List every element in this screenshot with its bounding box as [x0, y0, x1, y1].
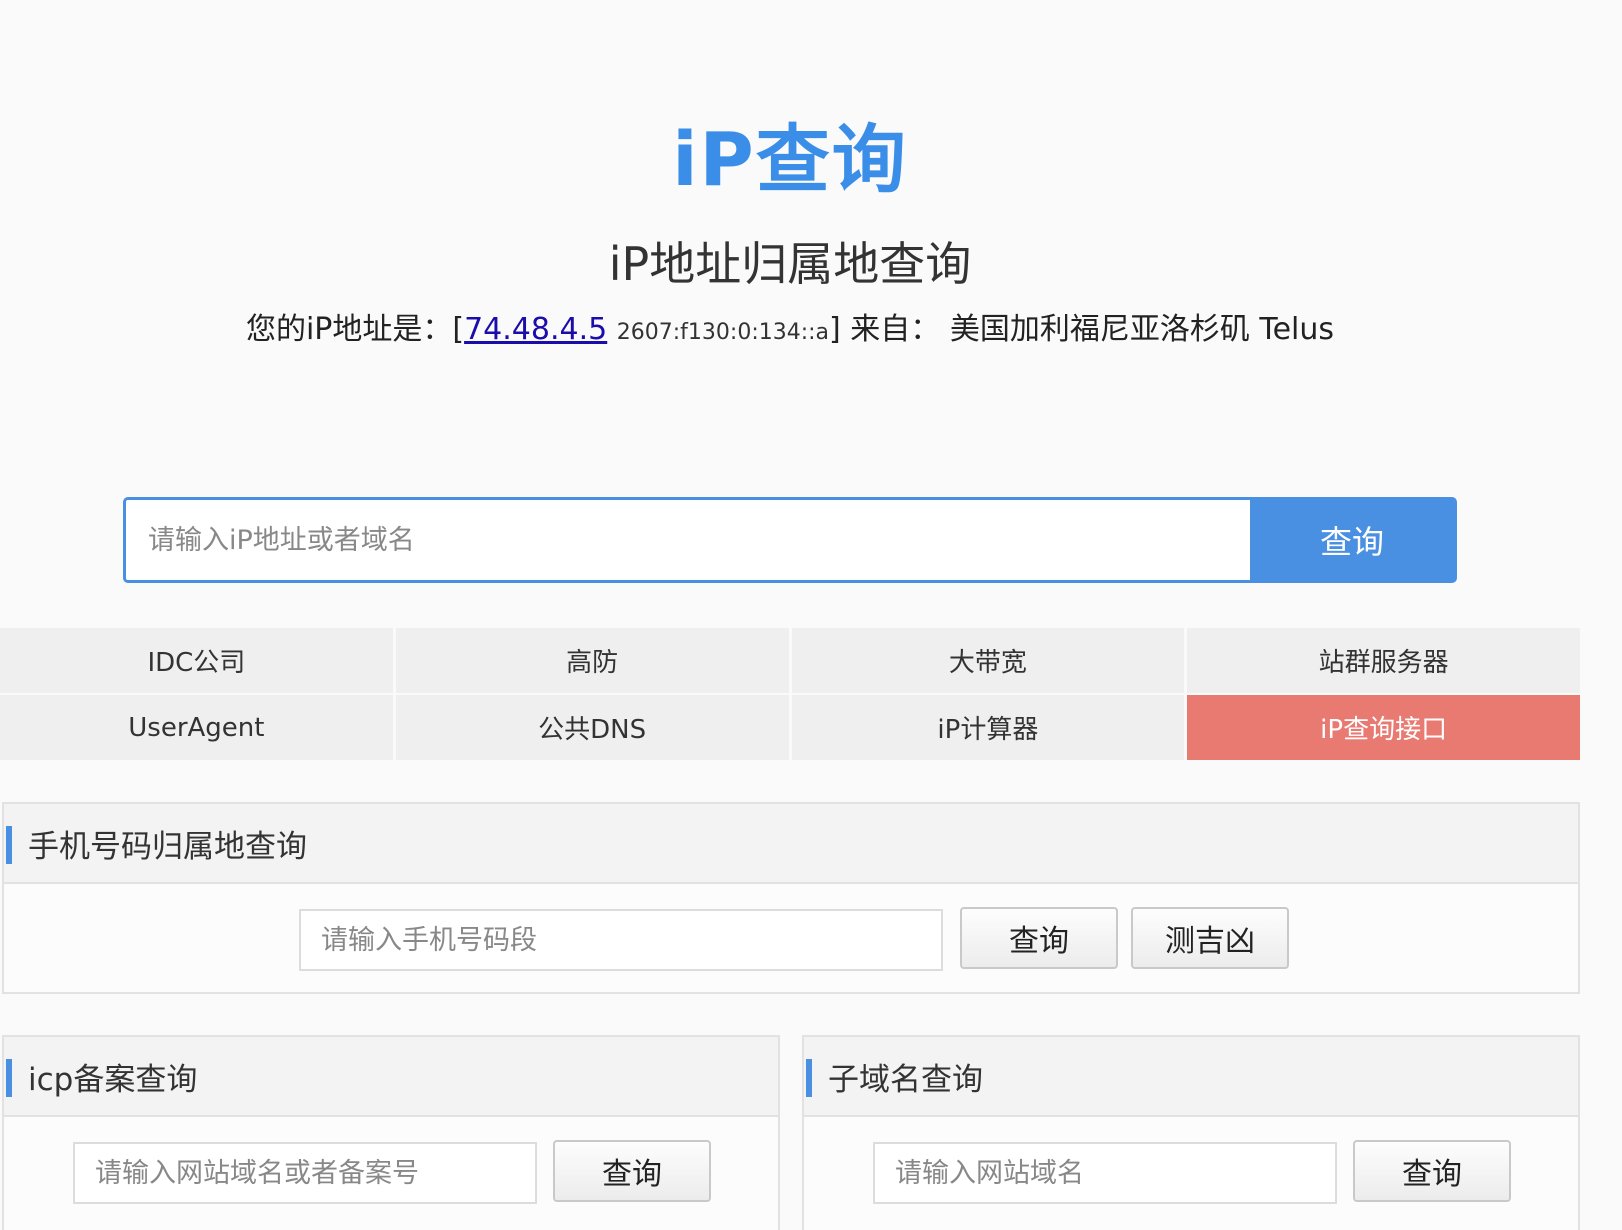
- page-title: iP地址归属地查询: [608, 237, 972, 291]
- icp-query-button[interactable]: 查询: [553, 1140, 711, 1202]
- icp-lookup-panel: icp备案查询 查询: [2, 1035, 780, 1230]
- subdomain-query-button[interactable]: 查询: [1353, 1140, 1511, 1202]
- panel-header: icp备案查询: [4, 1037, 778, 1117]
- tool-ddos-protection[interactable]: 高防: [395, 628, 789, 693]
- tool-ip-calculator[interactable]: iP计算器: [791, 695, 1185, 760]
- tool-site-group-server[interactable]: 站群服务器: [1187, 628, 1580, 693]
- panel-title: icp备案查询: [28, 1061, 198, 1098]
- phone-number-input[interactable]: [299, 909, 943, 971]
- panel-header: 子域名查询: [804, 1037, 1578, 1117]
- phone-fortune-button[interactable]: 测吉凶: [1131, 907, 1289, 969]
- ip-search-button[interactable]: 查询: [1250, 500, 1454, 580]
- panel-header: 手机号码归属地查询: [4, 804, 1578, 884]
- ip-search-bar: 查询: [123, 497, 1457, 583]
- subdomain-input[interactable]: [873, 1142, 1337, 1204]
- ipv4-link[interactable]: 74.48.4.5: [464, 312, 607, 347]
- tool-idc-company[interactable]: IDC公司: [0, 628, 393, 693]
- phone-lookup-panel: 手机号码归属地查询 查询 测吉凶: [2, 802, 1580, 994]
- site-logo[interactable]: iP查询: [0, 100, 1580, 207]
- panel-title: 手机号码归属地查询: [28, 828, 307, 865]
- tool-useragent[interactable]: UserAgent: [0, 695, 393, 760]
- tool-menu: IDC公司 高防 大带宽 站群服务器 UserAgent 公共DNS iP计算器…: [0, 628, 1580, 760]
- ip-prefix-text: 您的iP地址是：[: [245, 312, 465, 347]
- phone-query-button[interactable]: 查询: [960, 907, 1118, 969]
- icp-domain-input[interactable]: [73, 1142, 537, 1204]
- tool-ip-query-api[interactable]: iP查询接口: [1187, 695, 1580, 760]
- tool-public-dns[interactable]: 公共DNS: [395, 695, 789, 760]
- ip-location-text: ] 来自： 美国加利福尼亚洛杉矶 Telus: [829, 312, 1335, 347]
- current-ip-info: 您的iP地址是：[74.48.4.5 2607:f130:0:134::a] 来…: [0, 304, 1580, 348]
- subdomain-lookup-panel: 子域名查询 查询: [802, 1035, 1580, 1230]
- ipv6-text: 2607:f130:0:134::a: [616, 320, 830, 345]
- ip-search-input[interactable]: [126, 500, 1250, 580]
- tool-big-bandwidth[interactable]: 大带宽: [791, 628, 1185, 693]
- panel-title: 子域名查询: [828, 1061, 983, 1098]
